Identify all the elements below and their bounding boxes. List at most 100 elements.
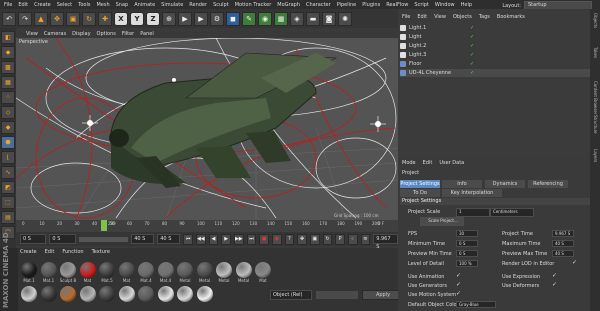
camera-icon[interactable]: ◙ — [322, 11, 336, 26]
object-row[interactable]: Light.1 ✓ — [400, 24, 590, 32]
go-to-start-icon[interactable]: ⏮ — [183, 233, 193, 245]
material-swatch[interactable]: Sculpt B — [59, 262, 77, 283]
edges-mode-icon[interactable]: ◇ — [1, 106, 15, 119]
field-value-left[interactable]: 0 S — [456, 240, 478, 247]
side-tab-objects[interactable]: Objects — [593, 13, 598, 28]
side-tab-layers[interactable]: Layers — [593, 149, 598, 162]
object-menu-view[interactable]: View — [434, 14, 446, 20]
material-menu-edit[interactable]: Edit — [45, 249, 55, 255]
material-swatch[interactable]: Mat.5 — [98, 262, 116, 283]
redo-icon[interactable]: ↷ — [18, 11, 32, 26]
tab-to-do[interactable]: To Do — [400, 189, 440, 197]
coordinate-system-icon[interactable]: ⊕ — [162, 11, 176, 26]
visibility-check-icon[interactable]: ✓ — [470, 52, 474, 58]
viewport-menu-filter[interactable]: Filter — [122, 31, 134, 37]
menu-item-mograph[interactable]: MoGraph — [277, 2, 300, 8]
light-icon[interactable]: ✺ — [338, 11, 352, 26]
menu-item-window[interactable]: Window — [435, 2, 455, 8]
menu-item-edit[interactable]: Edit — [18, 2, 28, 8]
preview-max-field[interactable]: 40 S — [131, 234, 155, 244]
material-swatch[interactable]: Mat.1 — [40, 262, 58, 283]
material-swatch[interactable]: Mat.1 — [20, 262, 38, 283]
position-key-icon[interactable]: ✥ — [297, 233, 307, 245]
material-swatch[interactable] — [79, 286, 97, 302]
object-row[interactable]: UD-4L Cheyenne ✓ — [400, 69, 590, 77]
menu-item-snap[interactable]: Snap — [116, 2, 129, 8]
render-picture-viewer-icon[interactable]: ▶ — [194, 11, 208, 26]
material-swatch[interactable]: Mat — [79, 262, 97, 283]
go-to-end-icon[interactable]: ⏭ — [246, 233, 257, 245]
scale-project-button[interactable]: Scale Project... — [420, 217, 464, 226]
tab-referencing[interactable]: Referencing — [528, 180, 568, 188]
material-swatch[interactable] — [118, 286, 136, 302]
object-menu-edit[interactable]: Edit — [417, 14, 427, 20]
polygons-mode-icon[interactable]: ◆ — [1, 121, 15, 134]
checkbox-icon[interactable]: ✓ — [552, 272, 557, 279]
scale-icon[interactable]: ▣ — [66, 11, 80, 26]
play-backward-icon[interactable]: ◀ — [208, 233, 219, 245]
viewport-menu-view[interactable]: View — [26, 31, 38, 37]
object-row[interactable]: Light.2 ✓ — [400, 42, 590, 50]
object-row[interactable]: Light.3 ✓ — [400, 51, 590, 59]
material-menu-texture[interactable]: Texture — [92, 249, 110, 255]
material-swatch[interactable]: Mat — [254, 262, 272, 283]
record-icon[interactable]: ● — [259, 233, 269, 245]
render-settings-icon[interactable]: ⚙ — [210, 11, 224, 26]
material-swatch[interactable] — [157, 286, 175, 302]
deformer-icon[interactable]: ◈ — [290, 11, 304, 26]
point-level-key-icon[interactable]: ⁘ — [347, 233, 358, 245]
menu-item-help[interactable]: Help — [461, 2, 472, 8]
undo-icon[interactable]: ↶ — [2, 11, 16, 26]
material-swatch[interactable] — [98, 286, 116, 302]
cube-icon[interactable]: ◼ — [226, 11, 240, 26]
tab-key-interpolation[interactable]: Key Interpolation — [442, 189, 502, 197]
aircraft-model[interactable] — [109, 52, 338, 188]
object-menu-bookmarks[interactable]: Bookmarks — [497, 14, 525, 20]
material-swatch[interactable]: Metal — [235, 262, 253, 283]
material-swatch[interactable] — [137, 286, 155, 302]
checkbox-icon[interactable]: ✓ — [552, 281, 557, 288]
nurbs-icon[interactable]: ◉ — [258, 11, 272, 26]
material-menu-create[interactable]: Create — [20, 249, 37, 255]
preview-range-slider[interactable] — [78, 236, 129, 242]
visibility-check-icon[interactable]: ✓ — [470, 34, 474, 40]
param-key-icon[interactable]: P — [335, 233, 345, 245]
material-swatch[interactable] — [196, 286, 214, 302]
object-row[interactable]: Floor ✓ — [400, 60, 590, 68]
tab-info[interactable]: Info — [442, 180, 482, 188]
field-value-right[interactable]: 40 S — [552, 240, 574, 247]
menu-item-motion-tracker[interactable]: Motion Tracker — [235, 2, 272, 8]
material-swatch[interactable]: Metal — [196, 262, 214, 283]
attribute-menu-edit[interactable]: Edit — [423, 160, 433, 166]
tab-dynamics[interactable]: Dynamics — [485, 180, 525, 188]
default-object-color-select[interactable]: Gray-Blue — [456, 301, 496, 308]
field-value-left[interactable]: 100 % — [456, 260, 478, 267]
start-time-field[interactable]: 0 S — [20, 234, 47, 244]
menu-item-character[interactable]: Character — [306, 2, 331, 8]
viewport-perspective[interactable] — [16, 38, 398, 220]
menu-item-select[interactable]: Select — [57, 2, 72, 8]
menu-item-simulate[interactable]: Simulate — [161, 2, 183, 8]
snap-icon[interactable]: ∿ — [1, 166, 15, 179]
model-mode-icon[interactable]: ◆ — [1, 46, 15, 59]
object-menu-tags[interactable]: Tags — [479, 14, 490, 20]
menu-item-realflow[interactable]: RealFlow — [386, 2, 408, 8]
menu-item-plugins[interactable]: Plugins — [362, 2, 380, 8]
viewport-menu-panel[interactable]: Panel — [140, 31, 154, 37]
viewport-menu-options[interactable]: Options — [97, 31, 116, 37]
apply-slider-track[interactable] — [316, 291, 358, 299]
visibility-check-icon[interactable]: ✓ — [470, 61, 474, 67]
object-mode-icon[interactable]: ⬢ — [1, 136, 15, 149]
menu-item-render[interactable]: Render — [189, 2, 207, 8]
checkbox-icon[interactable]: ✓ — [456, 290, 461, 297]
spline-pen-icon[interactable]: ✎ — [242, 11, 256, 26]
menu-item-mesh[interactable]: Mesh — [96, 2, 109, 8]
material-swatch[interactable] — [59, 286, 77, 302]
object-row[interactable]: Light ✓ — [400, 33, 590, 41]
axis-z-button[interactable]: Z — [146, 11, 160, 26]
material-swatch[interactable]: Mat.4 — [157, 262, 175, 283]
menu-item-file[interactable]: File — [4, 2, 12, 8]
viewport-menu-cameras[interactable]: Cameras — [44, 31, 66, 37]
object-menu-file[interactable]: File — [402, 14, 410, 20]
visibility-check-icon[interactable]: ✓ — [470, 70, 474, 76]
